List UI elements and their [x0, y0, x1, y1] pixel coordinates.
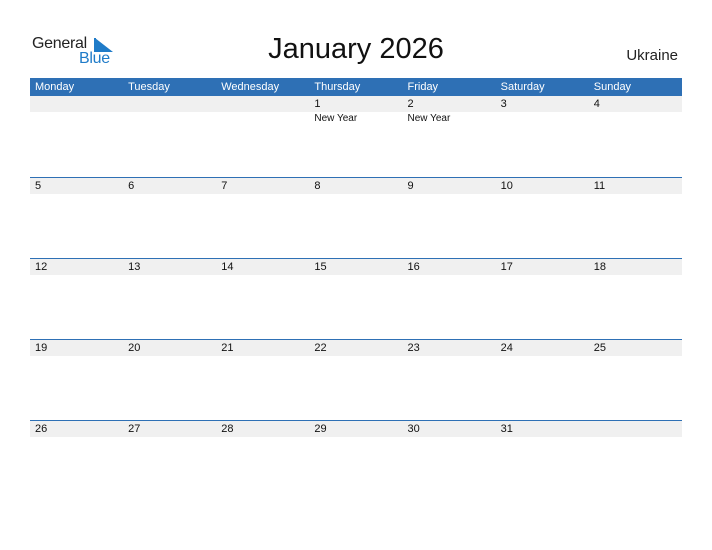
day-cell: 14	[216, 259, 309, 275]
week-cells: 12 13 14 15 16 17 18	[30, 259, 682, 275]
day-number: 19	[35, 342, 48, 354]
day-number: 27	[128, 423, 141, 435]
day-cell: 1 New Year	[309, 96, 402, 125]
day-cell: 4	[589, 96, 682, 125]
day-number: 10	[500, 180, 513, 192]
day-cell: 28	[216, 421, 309, 437]
week-cells: 19 20 21 22 23 24 25	[30, 340, 682, 356]
day-number: 18	[593, 261, 606, 273]
week-row: 5 6 7 8 9 10 11	[30, 177, 682, 258]
country-label: Ukraine	[626, 47, 678, 64]
day-cell: 6	[123, 178, 216, 194]
week-row: 1 New Year 2 New Year 3 4	[30, 96, 682, 177]
weekday-monday: Monday	[35, 81, 75, 93]
day-number: 15	[314, 261, 327, 273]
page-title: January 2026	[268, 33, 444, 65]
day-number: 7	[221, 180, 228, 192]
day-cell: 16	[403, 259, 496, 275]
day-number: 17	[500, 261, 513, 273]
day-number: 20	[128, 342, 141, 354]
day-cell: 27	[123, 421, 216, 437]
day-number: 3	[500, 98, 507, 110]
day-number: 30	[407, 423, 420, 435]
day-number	[128, 96, 216, 112]
day-number: 28	[221, 423, 234, 435]
day-number: 4	[593, 98, 600, 110]
day-number: 1	[314, 98, 321, 110]
weekday-thursday: Thursday	[314, 81, 361, 93]
day-cell: 17	[496, 259, 589, 275]
day-cell	[30, 96, 123, 125]
day-cell: 5	[30, 178, 123, 194]
day-number: 24	[500, 342, 513, 354]
day-number: 9	[407, 180, 414, 192]
day-cell	[123, 96, 216, 125]
day-number: 22	[314, 342, 327, 354]
day-cell: 12	[30, 259, 123, 275]
day-cell: 22	[309, 340, 402, 356]
day-number: 5	[35, 180, 42, 192]
day-cell: 18	[589, 259, 682, 275]
day-number	[35, 96, 123, 112]
day-cell: 11	[589, 178, 682, 194]
day-number: 2	[407, 98, 414, 110]
week-row: 12 13 14 15 16 17 18	[30, 258, 682, 339]
day-number: 31	[500, 423, 513, 435]
week-row: 26 27 28 29 30 31	[30, 420, 682, 501]
day-cell: 19	[30, 340, 123, 356]
day-number: 29	[314, 423, 327, 435]
day-cell: 9	[403, 178, 496, 194]
day-number: 25	[593, 342, 606, 354]
weekday-friday: Friday	[407, 81, 439, 93]
day-number: 26	[35, 423, 48, 435]
calendar-weeks: 1 New Year 2 New Year 3 4 5 6 7 8 9 10 11 12 13 14 15 16 1…	[30, 96, 682, 501]
weekday-header: Monday Tuesday Wednesday Thursday Friday Satu…	[30, 78, 682, 96]
day-cell: 20	[123, 340, 216, 356]
day-cell: 7	[216, 178, 309, 194]
weekday-wednesday: Wednesday	[221, 81, 280, 93]
calendar-grid: Monday Tuesday Wednesday Thursday Friday Satu…	[30, 78, 682, 501]
week-cells: 26 27 28 29 30 31	[30, 421, 682, 437]
day-cell	[589, 421, 682, 437]
day-cell: 15	[309, 259, 402, 275]
day-cell: 3	[496, 96, 589, 125]
week-row: 19 20 21 22 23 24 25	[30, 339, 682, 420]
day-number	[221, 96, 309, 112]
day-number: 13	[128, 261, 141, 273]
day-cell: 30	[403, 421, 496, 437]
day-number	[594, 421, 682, 437]
day-cell: 31	[496, 421, 589, 437]
day-cell: 26	[30, 421, 123, 437]
day-cell: 8	[309, 178, 402, 194]
weekday-tuesday: Tuesday	[128, 81, 170, 93]
day-cell: 13	[123, 259, 216, 275]
weekday-sunday: Sunday	[593, 81, 632, 93]
holiday-label: New Year	[314, 113, 358, 124]
week-cells: 1 New Year 2 New Year 3 4	[30, 96, 682, 125]
day-number: 16	[407, 261, 420, 273]
day-cell: 24	[496, 340, 589, 356]
day-number: 21	[221, 342, 234, 354]
week-cells: 5 6 7 8 9 10 11	[30, 178, 682, 194]
day-number: 14	[221, 261, 234, 273]
day-cell: 10	[496, 178, 589, 194]
holiday-label: New Year	[407, 113, 451, 124]
weekday-saturday: Saturday	[500, 81, 545, 93]
day-cell: 23	[403, 340, 496, 356]
day-cell: 21	[216, 340, 309, 356]
day-cell: 29	[309, 421, 402, 437]
day-cell: 2 New Year	[403, 96, 496, 125]
day-number: 6	[128, 180, 135, 192]
day-number: 11	[593, 180, 606, 192]
day-number: 12	[35, 261, 48, 273]
day-number: 8	[314, 180, 321, 192]
day-number: 23	[407, 342, 420, 354]
day-cell: 25	[589, 340, 682, 356]
day-cell	[216, 96, 309, 125]
